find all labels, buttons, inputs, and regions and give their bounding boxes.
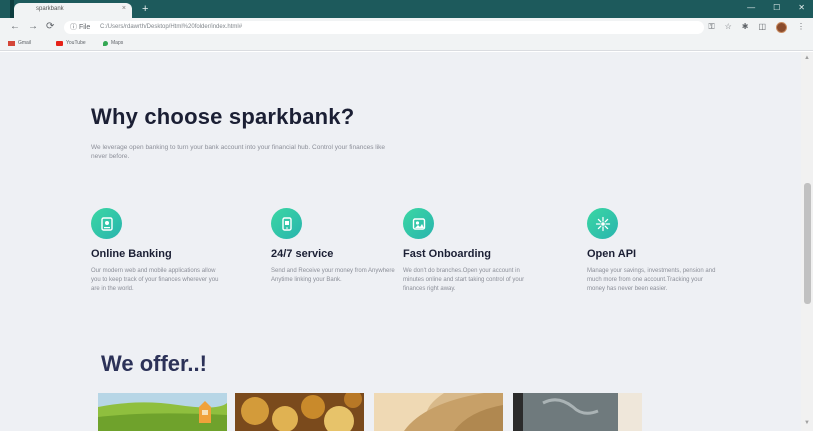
menu-icon[interactable]: ⋮ <box>797 21 805 33</box>
feature-title: Online Banking <box>91 248 172 260</box>
back-button[interactable]: ← <box>10 21 20 33</box>
service-24-7-icon <box>271 208 302 239</box>
feature-title: Fast Onboarding <box>403 248 491 260</box>
feature-open-api: Open API Manage your savings, investment… <box>587 208 727 294</box>
profile-avatar[interactable] <box>776 21 787 33</box>
browser-tab[interactable]: sparkbank × <box>14 3 132 18</box>
intro-text: We leverage open banking to turn your ba… <box>91 144 386 160</box>
reload-button[interactable]: ⟳ <box>46 21 54 33</box>
minimize-button[interactable]: — <box>747 2 755 14</box>
online-banking-icon <box>91 208 122 239</box>
bookmark-star-icon[interactable]: ☆ <box>725 21 732 33</box>
maximize-button[interactable]: ☐ <box>773 2 780 14</box>
browser-toolbar: ← → ⟳ ⓘ File C:/Users/rdawrth/Desktop/Ht… <box>0 18 813 37</box>
maps-icon <box>103 41 108 46</box>
feature-title: 24/7 service <box>271 248 334 260</box>
page-headline: Why choose sparkbank? <box>91 104 355 129</box>
offer-photo-office[interactable] <box>513 393 642 431</box>
feature-fast-onboarding: Fast Onboarding We don't do branches.Ope… <box>403 208 543 294</box>
bookmark-maps[interactable]: Maps <box>103 39 123 48</box>
offer-photo-documents[interactable] <box>374 393 503 431</box>
feature-description: We don't do branches.Open your account i… <box>403 268 525 292</box>
feature-24-7-service: 24/7 service Send and Receive your money… <box>271 208 411 285</box>
forward-button[interactable]: → <box>28 21 38 33</box>
youtube-icon <box>56 41 63 46</box>
close-window-button[interactable]: ✕ <box>798 2 805 14</box>
extensions-icon[interactable]: ✱ <box>742 21 749 33</box>
url-text[interactable]: C:/Users/rdawrth/Desktop/Html%20folder/i… <box>100 22 242 33</box>
feature-title: Open API <box>587 248 637 260</box>
bookmark-label: Maps <box>111 40 124 46</box>
reading-list-icon[interactable]: ◫ <box>758 21 766 33</box>
bookmark-gmail[interactable]: Gmail <box>8 39 31 48</box>
feature-online-banking: Online Banking Our modern web and mobile… <box>91 208 231 294</box>
feature-description: Manage your savings, investments, pensio… <box>587 268 716 292</box>
open-api-icon <box>587 208 618 239</box>
offer-photo-savings[interactable] <box>98 393 227 431</box>
offer-heading: We offer..! <box>101 351 207 376</box>
bookmark-label: YouTube <box>66 40 86 46</box>
key-icon[interactable]: ⚿ <box>708 21 714 33</box>
feature-description: Send and Receive your money from Anywher… <box>271 268 395 283</box>
tab-title: sparkbank <box>36 6 64 12</box>
feature-description: Our modern web and mobile applications a… <box>91 268 219 292</box>
tab-close-icon[interactable]: × <box>122 5 126 13</box>
scroll-down-icon[interactable]: ▼ <box>804 420 810 426</box>
bookmark-youtube[interactable]: YouTube <box>56 39 86 48</box>
browser-tab-strip: sparkbank × + — ☐ ✕ <box>0 0 813 18</box>
offer-photo-coins[interactable] <box>235 393 364 431</box>
bookmarks-bar: Gmail YouTube Maps <box>0 37 813 51</box>
toolbar-actions: ⚿ ☆ ✱ ◫ ⋮ <box>708 21 805 33</box>
site-info-icon[interactable]: ⓘ File <box>70 22 90 33</box>
bookmark-label: Gmail <box>18 40 32 46</box>
new-tab-button[interactable]: + <box>142 3 148 15</box>
gmail-icon <box>8 41 15 46</box>
window-controls: — ☐ ✕ <box>747 2 805 14</box>
fast-onboarding-icon <box>403 208 434 239</box>
scrollbar-thumb[interactable] <box>804 183 811 304</box>
scroll-up-icon[interactable]: ▲ <box>804 55 810 61</box>
